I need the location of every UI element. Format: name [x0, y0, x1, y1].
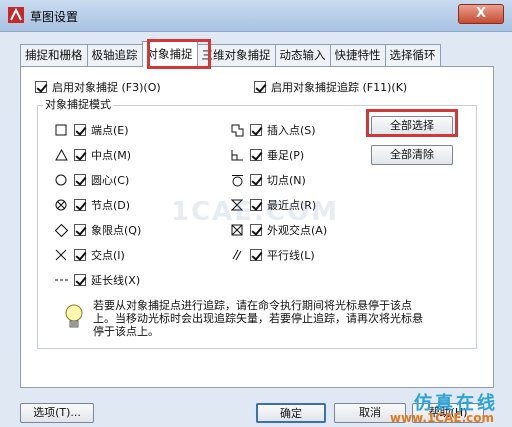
- watermark-text: 1CAE.COM: [171, 197, 339, 227]
- brand-logo: 仿真在线 www.1CAE.com: [384, 389, 504, 427]
- circle-icon: [53, 172, 69, 188]
- endpoint-label: 端点(E): [91, 124, 129, 137]
- autocad-icon: [8, 7, 24, 23]
- tab-dynamic-input[interactable]: 动态输入: [274, 44, 331, 66]
- perpendicular-label: 垂足(P): [267, 149, 305, 162]
- tangent-label: 切点(N): [267, 174, 306, 187]
- insert-icon: [229, 122, 245, 138]
- mode-center[interactable]: 圆心(C): [53, 172, 129, 188]
- node-label: 节点(D): [91, 199, 131, 212]
- lightbulb-icon: [65, 304, 83, 328]
- tangent-icon: [229, 172, 245, 188]
- tab-highlight-box: [147, 39, 211, 69]
- mode-extension[interactable]: 延长线(X): [53, 272, 140, 288]
- intersection-checkbox[interactable]: [74, 249, 86, 261]
- quadrant-checkbox[interactable]: [74, 224, 86, 236]
- enable-tracking-checkbox[interactable]: [254, 81, 266, 93]
- mode-endpoint[interactable]: 端点(E): [53, 122, 129, 138]
- extension-checkbox[interactable]: [74, 274, 86, 286]
- mode-intersection[interactable]: 交点(I): [53, 247, 125, 263]
- enable-tracking-label: 启用对象捕捉追踪 (F11)(K): [271, 81, 408, 94]
- mode-midpoint[interactable]: 中点(M): [53, 147, 131, 163]
- x-icon: [53, 247, 69, 263]
- midpoint-label: 中点(M): [91, 149, 132, 162]
- perpendicular-checkbox[interactable]: [250, 149, 262, 161]
- node-checkbox[interactable]: [74, 199, 86, 211]
- extension-icon: [53, 272, 69, 288]
- mode-parallel[interactable]: 平行线(L): [229, 247, 315, 263]
- mode-quadrant[interactable]: 象限点(Q): [53, 222, 141, 238]
- enable-snap-checkbox[interactable]: [35, 81, 47, 93]
- mode-insert[interactable]: 插入点(S): [229, 122, 316, 138]
- mode-perpendicular[interactable]: 垂足(P): [229, 147, 304, 163]
- clear-all-button[interactable]: 全部清除: [371, 145, 453, 165]
- triangle-icon: [53, 147, 69, 163]
- title-bar: 草图设置 X: [0, 0, 512, 32]
- ok-button[interactable]: 确定: [256, 403, 326, 423]
- options-button[interactable]: 选项(T)...: [20, 403, 94, 423]
- enable-snap-row[interactable]: 启用对象捕捉 (F3)(O): [35, 79, 161, 95]
- brand-url: www.1CAE.com: [389, 411, 494, 425]
- center-checkbox[interactable]: [74, 174, 86, 186]
- perpendicular-icon: [229, 147, 245, 163]
- window-title: 草图设置: [30, 10, 79, 24]
- tab-bar: 捕捉和栅格 极轴追踪 对象捕捉 三维对象捕捉 动态输入 快捷特性 选择循环: [20, 41, 441, 67]
- tab-quick-properties[interactable]: 快捷特性: [329, 44, 386, 66]
- parallel-checkbox[interactable]: [250, 249, 262, 261]
- enable-snap-label: 启用对象捕捉 (F3)(O): [52, 81, 161, 94]
- snap-modes-title: 对象捕捉模式: [43, 96, 113, 112]
- insert-label: 插入点(S): [267, 124, 316, 137]
- tab-selection-cycling[interactable]: 选择循环: [384, 44, 441, 66]
- extension-label: 延长线(X): [91, 274, 141, 287]
- center-label: 圆心(C): [91, 174, 130, 187]
- insert-checkbox[interactable]: [250, 124, 262, 136]
- tracking-hint-text: 若要从对象捕捉点进行追踪，请在命令执行期间将光标悬停于该点上。当移动光标时会出现…: [93, 299, 423, 338]
- mode-tangent[interactable]: 切点(N): [229, 172, 306, 188]
- enable-tracking-row[interactable]: 启用对象捕捉追踪 (F11)(K): [254, 79, 407, 95]
- node-icon: [53, 197, 69, 213]
- quadrant-label: 象限点(Q): [91, 224, 142, 237]
- mode-node[interactable]: 节点(D): [53, 197, 130, 213]
- tab-snap-grid[interactable]: 捕捉和栅格: [20, 44, 88, 66]
- endpoint-checkbox[interactable]: [74, 124, 86, 136]
- select-all-highlight-box: [366, 109, 458, 137]
- parallel-label: 平行线(L): [267, 249, 315, 262]
- parallel-icon: [229, 247, 245, 263]
- tangent-checkbox[interactable]: [250, 174, 262, 186]
- diamond-icon: [53, 222, 69, 238]
- tab-polar-tracking[interactable]: 极轴追踪: [86, 44, 143, 66]
- intersection-label: 交点(I): [91, 249, 125, 262]
- close-button[interactable]: X: [458, 4, 504, 24]
- square-icon: [53, 122, 69, 138]
- midpoint-checkbox[interactable]: [74, 149, 86, 161]
